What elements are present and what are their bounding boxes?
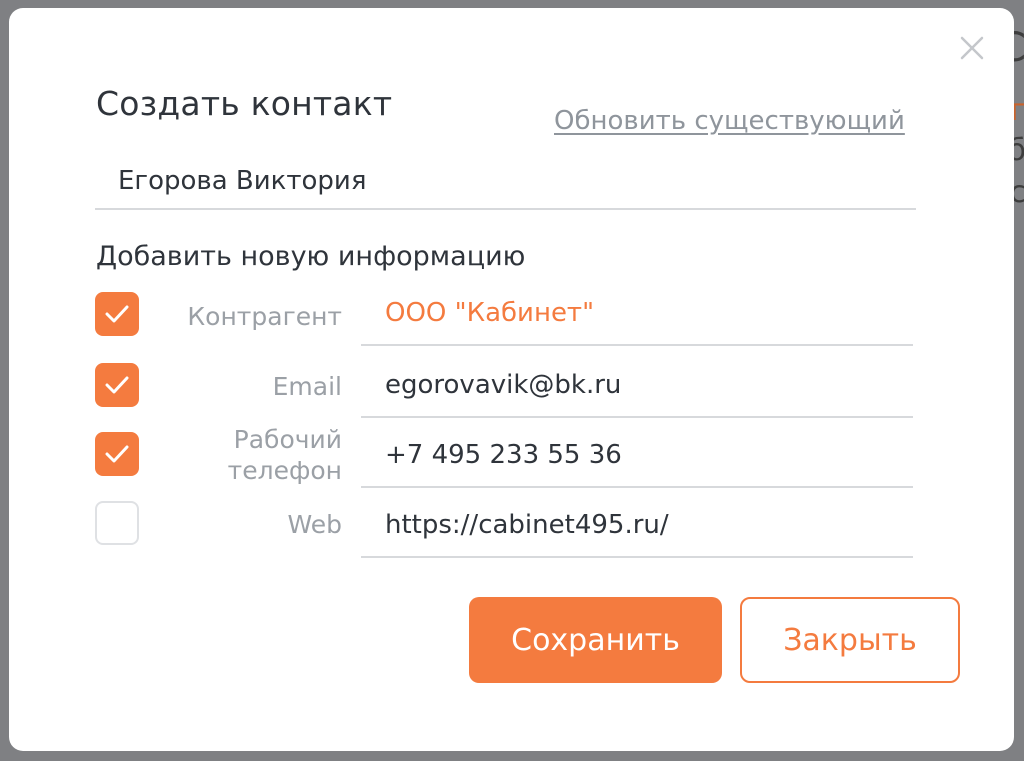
close-button[interactable]: Закрыть <box>740 597 960 683</box>
field-row-work-phone: Рабочий телефон +7 495 233 55 36 <box>9 425 1014 500</box>
counterparty-field[interactable]: ООО "Кабинет" <box>361 288 913 346</box>
email-value: egorovavik@bk.ru <box>385 370 622 400</box>
work-phone-label-line1: Рабочий <box>233 425 342 454</box>
web-field[interactable]: https://cabinet495.ru/ <box>361 500 913 558</box>
section-title: Добавить новую информацию <box>96 241 526 272</box>
web-checkbox[interactable] <box>95 501 139 545</box>
field-row-email: Email egorovavik@bk.ru <box>9 360 1014 430</box>
dialog-title: Создать контакт <box>96 84 393 123</box>
close-dialog-button[interactable] <box>957 33 987 63</box>
work-phone-field[interactable]: +7 495 233 55 36 <box>361 430 913 488</box>
counterparty-label: Контрагент <box>187 302 342 331</box>
contact-name-value: Егорова Виктория <box>118 166 367 196</box>
field-row-counterparty: Контрагент ООО "Кабинет" <box>9 288 1014 358</box>
checkmark-icon <box>105 305 129 323</box>
web-label: Web <box>287 510 342 539</box>
field-row-web: Web https://cabinet495.ru/ <box>9 500 1014 570</box>
counterparty-link[interactable]: ООО "Кабинет" <box>385 298 594 328</box>
save-button[interactable]: Сохранить <box>469 597 722 683</box>
checkmark-icon <box>105 445 129 463</box>
checkmark-icon <box>105 376 129 394</box>
close-icon <box>960 36 984 60</box>
work-phone-checkbox[interactable] <box>95 432 139 476</box>
email-checkbox[interactable] <box>95 363 139 407</box>
work-phone-label-line2: телефон <box>227 456 342 485</box>
email-label: Email <box>272 372 342 401</box>
update-existing-link[interactable]: Обновить существующий <box>554 106 905 136</box>
counterparty-checkbox[interactable] <box>95 292 139 336</box>
email-field[interactable]: egorovavik@bk.ru <box>361 360 913 418</box>
contact-name-field[interactable]: Егорова Виктория <box>95 160 916 210</box>
work-phone-label: Рабочий телефон <box>228 424 342 486</box>
create-contact-dialog: Создать контакт Обновить существующий Ег… <box>9 8 1014 751</box>
work-phone-value: +7 495 233 55 36 <box>385 440 622 470</box>
web-value: https://cabinet495.ru/ <box>385 510 669 540</box>
